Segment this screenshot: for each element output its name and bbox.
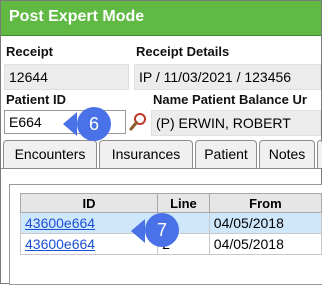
magnifier-icon[interactable] [129, 112, 147, 132]
tab-encounters[interactable]: Encounters [3, 140, 97, 168]
encounter-id-link[interactable]: 43600e664 [25, 236, 95, 252]
patient-name-field: (P) ERWIN, ROBERT [151, 110, 321, 136]
tab-insurances[interactable]: Insurances [99, 140, 193, 168]
column-header-id[interactable]: ID [19, 193, 159, 213]
callout-6-badge: 6 [77, 107, 111, 141]
receipt-label: Receipt [6, 44, 53, 59]
receipt-details-field: IP / 11/03/2021 / 123456 [134, 64, 321, 90]
name-column-label: Name Patient Balance Ur [153, 92, 307, 107]
grid-header-row: ID Line From [19, 193, 322, 213]
column-header-line[interactable]: Line [157, 193, 210, 213]
window-title: Post Expert Mode [9, 8, 145, 25]
receipt-field: 12644 [4, 64, 129, 90]
callout-7-badge: 7 [145, 213, 179, 247]
post-expert-mode-window: Post Expert Mode Receipt 12644 Receipt D… [0, 0, 322, 285]
column-header-from[interactable]: From [208, 193, 322, 213]
tab-patient[interactable]: Patient [195, 140, 257, 168]
callout-6-pointer [63, 112, 77, 136]
tab-notes[interactable]: Notes [259, 140, 315, 168]
titlebar: Post Expert Mode [1, 1, 321, 36]
patient-id-label: Patient ID [6, 92, 66, 107]
tab-divider [1, 168, 321, 169]
callout-7-pointer [131, 219, 145, 243]
cell-from: 04/05/2018 [208, 212, 322, 234]
tab-overflow[interactable] [317, 140, 322, 168]
receipt-details-label: Receipt Details [136, 44, 230, 59]
encounter-id-link[interactable]: 43600e664 [25, 215, 95, 231]
cell-from: 04/05/2018 [208, 233, 322, 255]
